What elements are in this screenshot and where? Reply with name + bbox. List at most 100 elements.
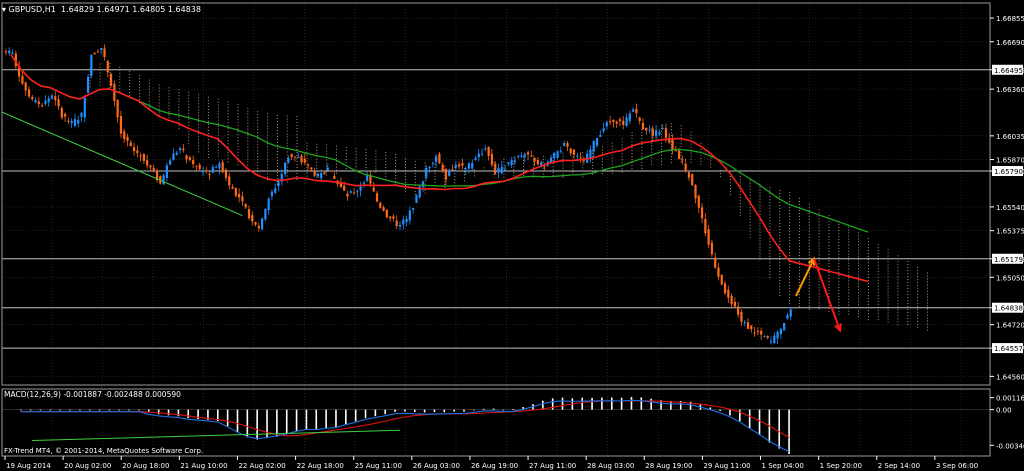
cloud-dot bbox=[178, 92, 180, 94]
cloud-dot bbox=[523, 156, 525, 158]
cloud-dot bbox=[532, 155, 534, 157]
cloud-dot bbox=[395, 165, 397, 167]
cloud-dot bbox=[897, 303, 899, 305]
cloud-dot bbox=[798, 248, 800, 250]
cloud-dot bbox=[877, 297, 879, 299]
cloud-dot bbox=[257, 126, 259, 128]
candle-body bbox=[697, 195, 700, 208]
cloud-dot bbox=[828, 245, 830, 247]
candle-body bbox=[490, 153, 494, 165]
cloud-dot bbox=[207, 150, 209, 152]
cloud-dot bbox=[404, 158, 406, 160]
cloud-dot bbox=[631, 159, 633, 161]
cloud-dot bbox=[680, 131, 682, 133]
cloud-dot bbox=[582, 161, 584, 163]
cloud-dot bbox=[818, 278, 820, 280]
candle-body bbox=[366, 174, 369, 181]
cloud-dot bbox=[877, 261, 879, 263]
cloud-dot bbox=[178, 89, 180, 91]
cloud-dot bbox=[680, 155, 682, 157]
cloud-dot bbox=[651, 160, 653, 162]
cloud-dot bbox=[276, 123, 278, 125]
cloud-dot bbox=[789, 219, 791, 221]
cloud-dot bbox=[808, 203, 810, 205]
cloud-dot bbox=[828, 290, 830, 292]
cloud-dot bbox=[897, 282, 899, 284]
cloud-dot bbox=[897, 321, 899, 323]
candle-body bbox=[80, 112, 83, 117]
cloud-dot bbox=[582, 152, 584, 154]
cloud-dot bbox=[109, 63, 111, 65]
macd-histogram-bar bbox=[167, 409, 170, 416]
cloud-dot bbox=[828, 215, 830, 217]
cloud-dot bbox=[789, 228, 791, 230]
cloud-dot bbox=[877, 249, 879, 251]
cloud-dot bbox=[907, 324, 909, 326]
cloud-dot bbox=[178, 116, 180, 118]
cloud-dot bbox=[641, 164, 643, 166]
cloud-dot bbox=[188, 124, 190, 126]
cloud-dot bbox=[641, 143, 643, 145]
cloud-dot bbox=[306, 175, 308, 177]
cloud-dot bbox=[237, 164, 239, 166]
cloud-dot bbox=[257, 120, 259, 122]
cloud-dot bbox=[690, 137, 692, 139]
cloud-dot bbox=[572, 171, 574, 173]
cloud-dot bbox=[375, 153, 377, 155]
time-tick-label: 1 Sep 20:00 bbox=[820, 462, 862, 470]
cloud-dot bbox=[769, 187, 771, 189]
cloud-dot bbox=[798, 272, 800, 274]
cloud-dot bbox=[798, 260, 800, 262]
cloud-dot bbox=[237, 155, 239, 157]
cloud-dot bbox=[887, 303, 889, 305]
cloud-dot bbox=[326, 171, 328, 173]
candle-body bbox=[221, 162, 224, 173]
candle-body bbox=[11, 53, 14, 55]
cloud-dot bbox=[267, 167, 269, 169]
cloud-dot bbox=[818, 263, 820, 265]
cloud-dot bbox=[907, 267, 909, 269]
cloud-dot bbox=[631, 138, 633, 140]
cloud-dot bbox=[690, 134, 692, 136]
candle-body bbox=[753, 332, 756, 334]
cloud-dot bbox=[237, 125, 239, 127]
candle-body bbox=[162, 175, 165, 185]
cloud-dot bbox=[257, 156, 259, 158]
cloud-dot bbox=[769, 214, 771, 216]
candle-body bbox=[129, 142, 132, 147]
cloud-dot bbox=[119, 81, 121, 83]
cloud-dot bbox=[296, 146, 298, 148]
cloud-dot bbox=[897, 267, 899, 269]
cloud-dot bbox=[335, 148, 337, 150]
cloud-dot bbox=[769, 238, 771, 240]
cloud-dot bbox=[129, 77, 131, 79]
cloud-dot bbox=[858, 247, 860, 249]
cloud-dot bbox=[601, 146, 603, 148]
candle-body bbox=[428, 166, 431, 169]
cloud-dot bbox=[188, 91, 190, 93]
macd-histogram-bar bbox=[423, 409, 426, 413]
candle-body bbox=[96, 51, 100, 53]
macd-histogram-bar bbox=[640, 397, 643, 410]
candle-body bbox=[385, 209, 388, 218]
cloud-dot bbox=[188, 109, 190, 111]
macd-histogram-bar bbox=[69, 409, 71, 411]
cloud-dot bbox=[267, 137, 269, 139]
cloud-dot bbox=[779, 289, 781, 291]
cloud-dot bbox=[907, 315, 909, 317]
cloud-dot bbox=[917, 326, 919, 328]
candle-body bbox=[172, 153, 175, 161]
cloud-dot bbox=[503, 173, 505, 175]
cloud-dot bbox=[917, 275, 919, 277]
trading-chart[interactable]: 1.66855 1.66690 1.66495 1.66360 1.66035 1.658… bbox=[0, 0, 1024, 471]
cloud-dot bbox=[897, 297, 899, 299]
cloud-dot bbox=[198, 121, 200, 123]
cloud-dot bbox=[601, 167, 603, 169]
cloud-dot bbox=[917, 320, 919, 322]
cloud-dot bbox=[631, 144, 633, 146]
cloud-dot bbox=[680, 161, 682, 163]
cloud-dot bbox=[168, 96, 170, 98]
cloud-dot bbox=[739, 200, 741, 202]
cloud-dot bbox=[375, 168, 377, 170]
candle-body bbox=[464, 168, 467, 170]
